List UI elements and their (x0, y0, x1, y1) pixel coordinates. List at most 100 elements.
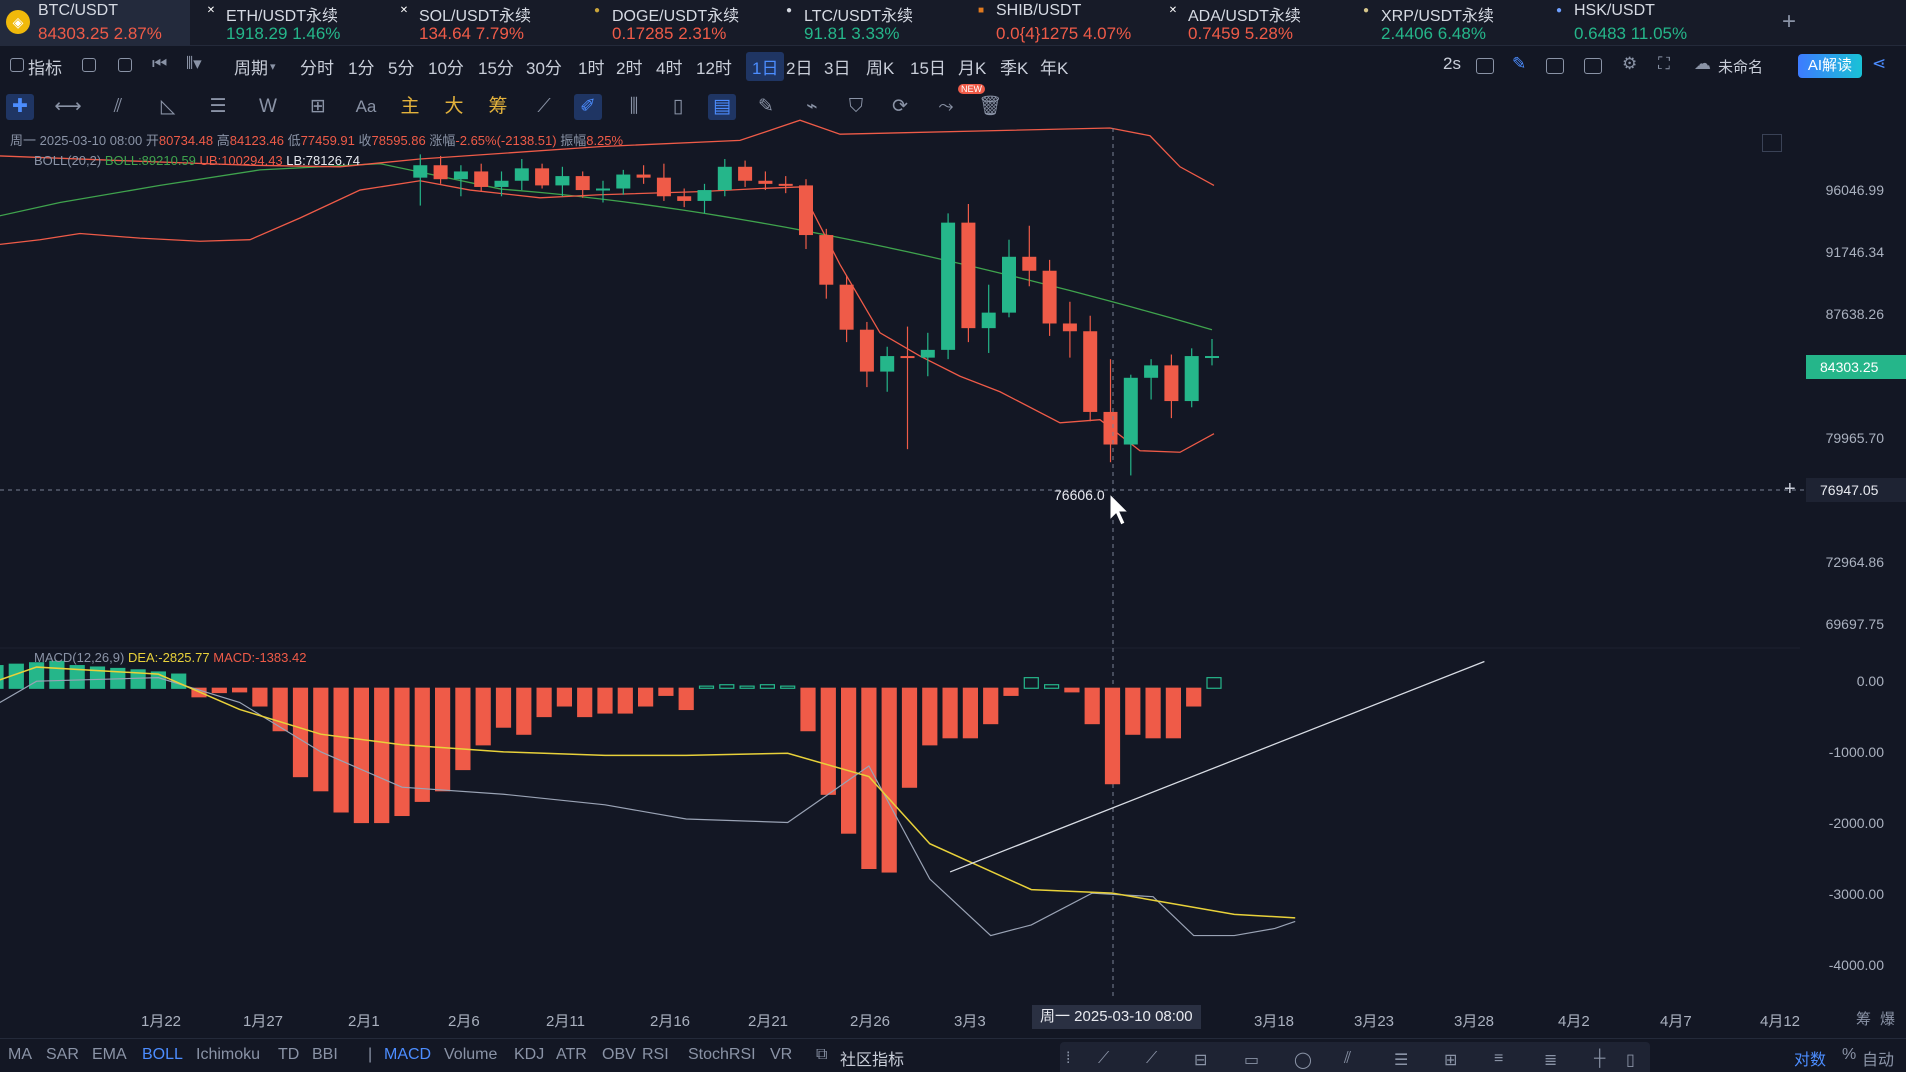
fib-icon[interactable]: ☰ (1394, 1050, 1408, 1070)
sub-indicator-stochrsi[interactable]: StochRSI (688, 1046, 756, 1064)
macd-dif-line (0, 677, 1296, 937)
macd-histogram-bar (1043, 684, 1060, 689)
main-indicator-sar[interactable]: SAR (46, 1046, 79, 1064)
add-alert-icon[interactable]: + (1784, 478, 1796, 501)
boll-legend[interactable]: BOLL(20,2) BOLL:89210.59 UB:100294.43 LB… (34, 153, 360, 168)
drag-handle-icon[interactable]: ⁞ (1066, 1050, 1070, 1068)
macd-histogram-bar (1145, 687, 1161, 739)
macd-histogram-bar (211, 687, 227, 694)
boll-mid-value: BOLL:89210.59 (104, 153, 196, 168)
liquidation-axis-label[interactable]: 爆 (1880, 1008, 1895, 1029)
change-label: 涨幅 (429, 133, 456, 148)
change-value: -2.65%(-2138.51) (455, 133, 557, 148)
main-indicator-ema[interactable]: EMA (92, 1046, 127, 1064)
macd-histogram-bar (678, 687, 694, 711)
candle-body (596, 188, 610, 191)
boll-name: BOLL(20,2) (34, 153, 102, 168)
macd-tick: -1000.00 (1828, 744, 1884, 760)
candle-body (535, 168, 550, 186)
date-tick: 1月22 (141, 1013, 182, 1030)
main-indicator-bbi[interactable]: BBI (312, 1046, 338, 1064)
sub-indicator-vr[interactable]: VR (770, 1046, 792, 1064)
sub-indicator-macd[interactable]: MACD (384, 1046, 431, 1064)
line-tool-icon[interactable]: ⟋ (1098, 1050, 1109, 1068)
ray-tool-icon[interactable]: ⟋ (1146, 1050, 1157, 1068)
ellipse-icon[interactable]: ◯ (1294, 1050, 1312, 1070)
candle-body (900, 356, 915, 359)
macd-histogram-bar (414, 687, 430, 802)
gann-icon[interactable]: ≣ (1544, 1050, 1557, 1070)
macd-histogram-bar (901, 687, 918, 788)
expand-icon[interactable] (1762, 134, 1782, 152)
macd-histogram-bar (983, 687, 999, 725)
main-indicator-td[interactable]: TD (278, 1046, 299, 1064)
scale-option[interactable]: 对数 (1794, 1046, 1826, 1070)
levels-icon[interactable]: ≡ (1494, 1050, 1503, 1068)
channel-icon[interactable]: ⫽ (1344, 1050, 1351, 1068)
scale-option[interactable]: % (1842, 1046, 1856, 1064)
main-indicator-boll[interactable]: BOLL (142, 1046, 183, 1064)
date-tick: 1月27 (243, 1013, 284, 1030)
rectangle-icon[interactable]: ▭ (1244, 1050, 1259, 1070)
macd-histogram-bar (800, 687, 816, 732)
price-tick: 96046.99 (1825, 182, 1884, 198)
sub-indicator-atr[interactable]: ATR (556, 1046, 587, 1064)
candle-body (839, 284, 854, 330)
vertical-line-icon[interactable]: ┼ (1594, 1050, 1605, 1068)
candle-body (433, 165, 448, 180)
macd-histogram-bar (353, 687, 369, 824)
macd-histogram-bar (739, 685, 755, 689)
community-indicators-button[interactable]: 社区指标 (840, 1046, 904, 1070)
measure-box-icon[interactable]: ⊞ (1444, 1050, 1457, 1070)
drawing-dock: ⁞ ⟋ ⟋ ⊟ ▭ ◯ ⫽ ☰ ⊞ ≡ ≣ ┼ ▯ (1060, 1042, 1650, 1072)
sub-indicator-rsi[interactable]: RSI (642, 1046, 669, 1064)
boll-lower-line (0, 180, 1215, 453)
macd-histogram-bar (455, 687, 471, 771)
macd-histogram-bar (435, 687, 451, 792)
scale-option[interactable]: 自动 (1862, 1046, 1894, 1070)
sub-indicator-volume[interactable]: Volume (444, 1046, 497, 1064)
date-tick: 3月28 (1454, 1013, 1495, 1030)
low-label: 低 (287, 133, 301, 148)
open-label: 开 (145, 133, 159, 148)
candle-body (717, 166, 732, 191)
date-tick: 4月2 (1558, 1013, 1590, 1030)
candle-body (474, 171, 489, 187)
macd-histogram-bar (0, 665, 4, 689)
candle-body (1164, 365, 1179, 402)
candle-body (1062, 323, 1077, 332)
macd-histogram-bar (658, 687, 674, 696)
current-price-value: 84303.25 (1820, 359, 1879, 375)
macd-histogram-bar (1125, 687, 1141, 735)
price-range-icon[interactable]: ⊟ (1194, 1050, 1207, 1070)
legend-date: 周一 2025-03-10 08:00 (10, 133, 143, 148)
dea-value: DEA:-2825.77 (127, 650, 210, 665)
chips-axis-label[interactable]: 筹 (1856, 1008, 1871, 1029)
macd-tick: -3000.00 (1828, 886, 1884, 902)
macd-legend[interactable]: MACD(12,26,9) DEA:-2825.77 MACD:-1383.42 (34, 650, 306, 665)
candle-body (1144, 365, 1159, 378)
macd-histogram-bar (516, 687, 532, 735)
price-tick: 79965.70 (1825, 430, 1884, 446)
drawn-trendline (949, 660, 1485, 873)
amplitude-label: 振幅 (560, 133, 587, 148)
candle-body (575, 176, 590, 191)
candle-body (1083, 331, 1098, 412)
date-tick: 2月26 (850, 1013, 891, 1030)
sub-indicator-obv[interactable]: OBV (602, 1046, 636, 1064)
macd-tick: -4000.00 (1828, 957, 1884, 973)
amplitude-value: 8.25% (586, 133, 624, 148)
date-tick: 3月3 (954, 1013, 986, 1030)
candle-body (1022, 256, 1037, 271)
sub-indicator-kdj[interactable]: KDJ (514, 1046, 544, 1064)
more-icon[interactable]: ▯ (1626, 1050, 1635, 1070)
candle-body (697, 190, 712, 201)
main-indicator-ma[interactable]: MA (8, 1046, 32, 1064)
candle-body (778, 183, 793, 186)
ohlc-legend: 周一 2025-03-10 08:00 开80734.48 高84123.46 … (10, 130, 623, 149)
macd-name: MACD(12,26,9) (34, 650, 125, 665)
macd-histogram-bar (1104, 687, 1121, 785)
main-indicator-ichimoku[interactable]: Ichimoku (196, 1046, 260, 1064)
macd-histogram-bar (292, 687, 309, 778)
candle-body (819, 235, 834, 285)
